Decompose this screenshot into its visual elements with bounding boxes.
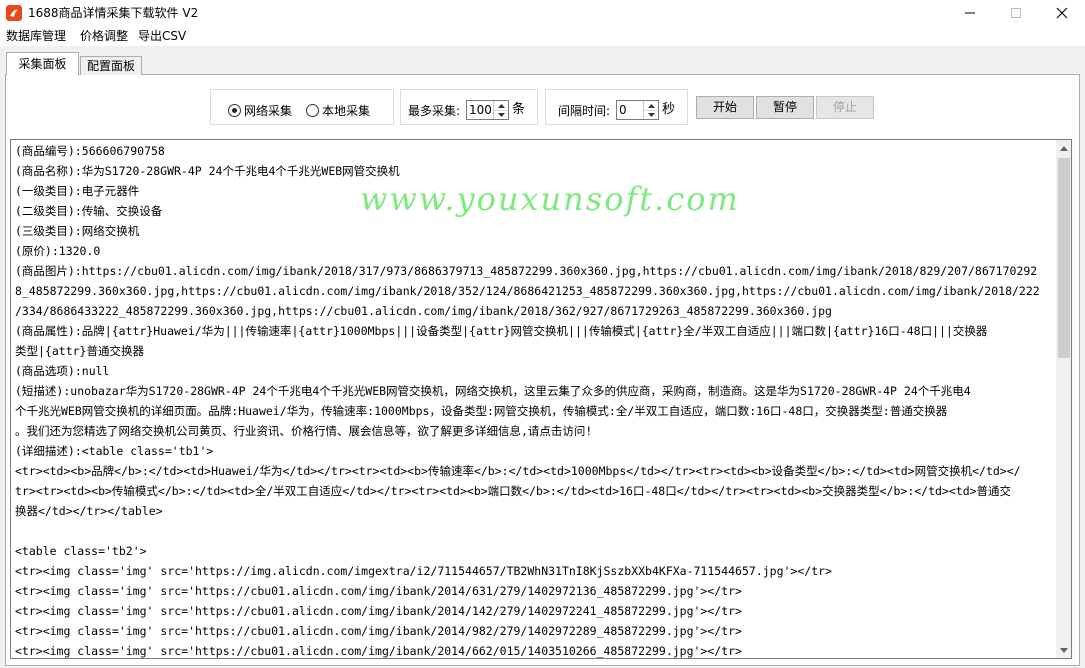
output-line: 个千兆光WEB网管交换机的详细页面。品牌:Huawei/华为，传输速率:1000… [15,404,948,418]
window-title: 1688商品详情采集下载软件 V2 [28,6,199,20]
interval-value[interactable]: 0 [619,102,627,118]
radio-network-label[interactable]: 网络采集 [244,103,292,119]
scroll-down-button[interactable] [1056,642,1071,658]
output-lines: (商品编号):566606790758 (商品名称):华为S1720-28GWR-… [15,141,1055,658]
maximize-icon [1011,8,1021,18]
app-logo-icon [6,5,22,21]
radio-local-label[interactable]: 本地采集 [322,103,370,119]
output-line: (商品属性):品牌|{attr}Huawei/华为|||传输速率|{attr}1… [15,324,988,338]
close-icon [1056,7,1068,19]
title-bar: 1688商品详情采集下载软件 V2 [0,0,1085,26]
output-line: (短描述):unobazar华为S1720-28GWR-4P 24个千兆电4个千… [15,384,971,398]
output-line: 类型|{attr}普通交换器 [15,344,144,358]
tab-config-panel[interactable]: 配置面板 [80,56,142,75]
interval-unit: 秒 [662,102,676,117]
output-line: (详细描述):<table class='tb1'> [15,444,214,458]
max-collect-label: 最多采集: [408,104,461,118]
max-collect-down[interactable] [494,110,508,119]
radio-network-collect[interactable] [228,104,241,117]
output-line: <tr><td><b>品牌</b>:</td><td>Huawei/华为</td… [15,464,1021,478]
output-line: (原价):1320.0 [15,244,101,258]
radio-local-collect[interactable] [306,104,319,117]
spin-up-icon [497,103,505,108]
tab-strip [0,46,1085,74]
output-line: (三级类目):网络交换机 [15,224,140,238]
output-line: 换器</td></tr></table> [15,504,163,518]
menu-bar: 数据库管理 价格调整 导出CSV [0,26,1085,46]
output-line: <table class='tb2'> [15,544,147,558]
menu-price-adjust[interactable]: 价格调整 [80,28,128,44]
output-line: (商品名称):华为S1720-28GWR-4P 24个千兆电4个千兆光WEB网管… [15,164,400,178]
spin-down-icon [497,112,505,117]
output-line: tr><tr><td><b>传输模式</b>:</td><td>全/半双工自适应… [15,484,1012,498]
output-line: <tr><img class='img' src='https://cbu01.… [15,604,742,618]
stop-button[interactable]: 停止 [816,96,874,119]
watermark: www.youxunsoft.com [360,180,740,218]
spin-down-icon [647,112,655,117]
menu-database-management[interactable]: 数据库管理 [6,28,66,44]
output-line: 。我们还为您精选了网络交换机公司黄页、行业资讯、价格行情、展会信息等，欲了解更多… [15,424,593,438]
interval-down[interactable] [644,110,658,119]
maximize-button[interactable] [993,0,1039,26]
output-line: /334/8686433222_485872299.360x360.jpg,ht… [15,304,832,318]
output-line: <tr><img class='img' src='https://cbu01.… [15,584,742,598]
max-collect-value[interactable]: 100 [469,102,492,118]
max-collect-spinner[interactable]: 100 [466,100,509,120]
menu-export-csv[interactable]: 导出CSV [138,28,186,44]
minimize-button[interactable] [947,0,993,26]
minimize-icon [965,12,975,14]
tab-collect-panel[interactable]: 采集面板 [6,52,79,75]
output-line: <tr><img class='img' src='https://img.al… [15,564,832,578]
start-button[interactable]: 开始 [696,96,754,119]
pause-button[interactable]: 暂停 [756,96,814,119]
vertical-scrollbar[interactable] [1056,140,1071,658]
max-collect-unit: 条 [512,102,526,117]
close-button[interactable] [1039,0,1085,26]
scroll-up-icon [1060,145,1068,151]
output-line: (商品图片):https://cbu01.alicdn.com/img/iban… [15,264,1038,278]
interval-label: 间隔时间: [558,104,611,118]
scroll-thumb[interactable] [1058,158,1070,358]
spin-up-icon [647,103,655,108]
output-line: <tr><img class='img' src='https://cbu01.… [15,624,742,638]
interval-spinner[interactable]: 0 [616,100,659,120]
scroll-up-button[interactable] [1056,140,1071,156]
output-line: (商品选项):null [15,364,110,378]
output-line: <tr><img class='img' src='https://cbu01.… [15,644,742,658]
output-line: (商品编号):566606790758 [15,144,165,158]
scroll-down-icon [1060,647,1068,653]
output-line: 8_485872299.360x360.jpg,https://cbu01.al… [15,284,1040,298]
